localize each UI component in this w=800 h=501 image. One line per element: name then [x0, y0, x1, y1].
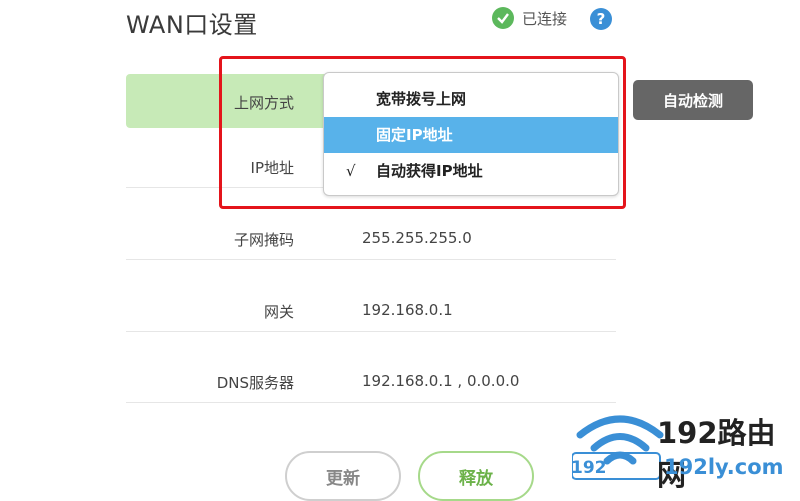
- watermark-badge: 192: [571, 458, 607, 478]
- refresh-button[interactable]: 更新: [285, 451, 401, 501]
- row-divider: [126, 259, 616, 260]
- subnet-mask-label: 子网掩码: [233, 231, 294, 249]
- annotation-highlight-box: [219, 56, 626, 209]
- dns-server-label: DNS服务器: [216, 374, 294, 392]
- watermark-name: 192路由网: [657, 416, 776, 492]
- release-button[interactable]: 释放: [418, 451, 534, 501]
- auto-detect-button[interactable]: 自动检测: [633, 80, 753, 120]
- dns-server-value: 192.168.0.1 , 0.0.0.0: [362, 372, 520, 390]
- help-icon[interactable]: ?: [590, 8, 612, 30]
- subnet-mask-value: 255.255.255.0: [362, 229, 472, 247]
- watermark-url: 192ly.com: [664, 455, 784, 479]
- row-divider: [126, 402, 616, 403]
- check-circle-icon: [492, 7, 514, 29]
- gateway-label: 网关: [263, 303, 294, 321]
- gateway-value: 192.168.0.1: [362, 301, 453, 319]
- status-text: 已连接: [522, 9, 568, 28]
- row-divider: [126, 331, 616, 332]
- connection-status: 已连接: [492, 7, 567, 29]
- page-title: WAN口设置: [126, 11, 258, 39]
